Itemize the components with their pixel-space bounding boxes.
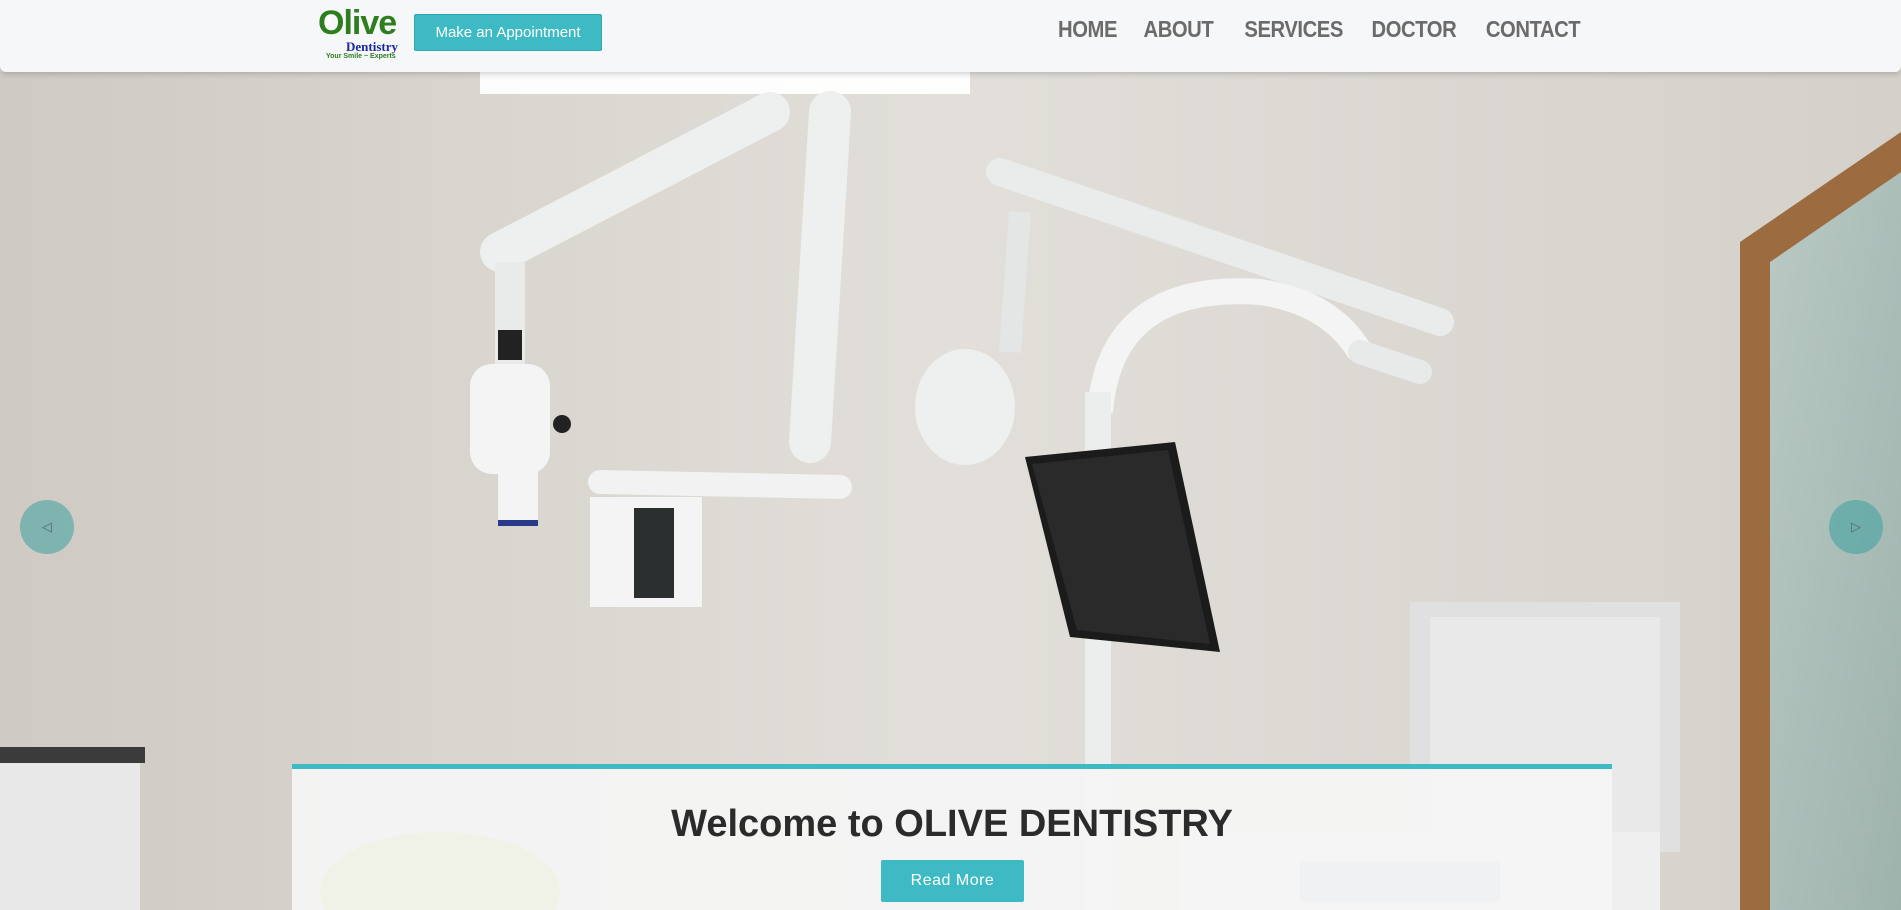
hero-title: Welcome to OLIVE DENTISTRY [671, 803, 1233, 845]
logo-tagline: Your Smile ~ Experts [326, 53, 396, 60]
site-logo[interactable]: Olive Dentistry Your Smile ~ Experts [316, 4, 408, 64]
hero-carousel: ◁ ▷ Welcome to OLIVE DENTISTRY Read More [0, 72, 1901, 910]
nav-doctor[interactable]: DOCTOR [1371, 16, 1456, 43]
hero-caption: Welcome to OLIVE DENTISTRY Read More [292, 764, 1612, 910]
chevron-right-icon: ▷ [1851, 519, 1861, 534]
main-nav: HOME ABOUT SERVICES DOCTOR CONTACT [1050, 16, 1580, 43]
make-appointment-button[interactable]: Make an Appointment [414, 14, 602, 51]
nav-about[interactable]: ABOUT [1144, 16, 1214, 43]
nav-services[interactable]: SERVICES [1244, 16, 1343, 43]
site-header: Olive Dentistry Your Smile ~ Experts Mak… [0, 0, 1901, 72]
carousel-next-button[interactable]: ▷ [1829, 500, 1883, 554]
nav-contact[interactable]: CONTACT [1486, 16, 1581, 43]
carousel-prev-button[interactable]: ◁ [20, 500, 74, 554]
nav-home[interactable]: HOME [1058, 16, 1117, 43]
logo-wordmark: Olive [318, 4, 397, 42]
read-more-button[interactable]: Read More [881, 860, 1024, 902]
chevron-left-icon: ◁ [42, 519, 52, 534]
